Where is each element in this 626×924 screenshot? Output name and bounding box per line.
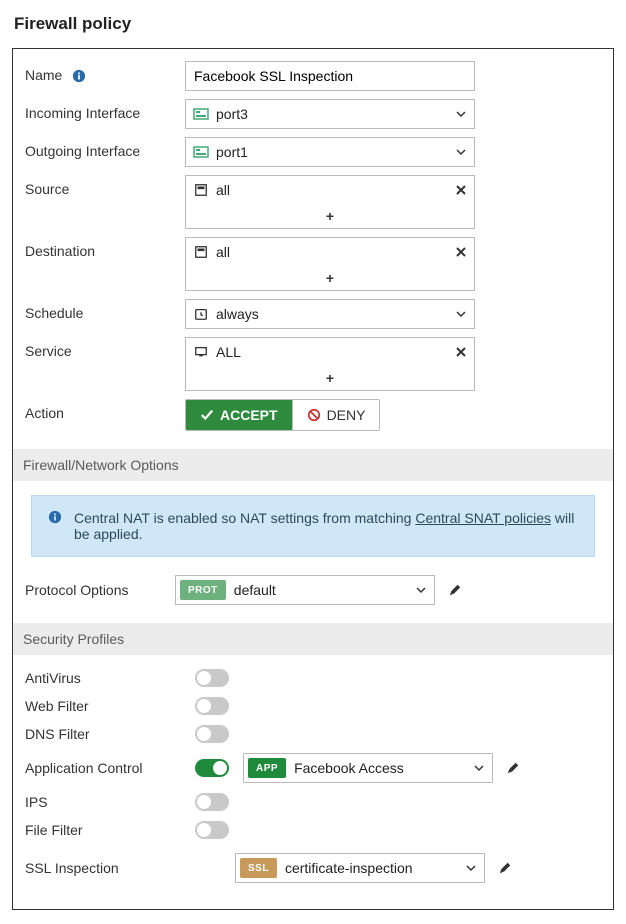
label-webfilter: Web Filter (25, 698, 195, 714)
appcontrol-select[interactable]: APP Facebook Access (243, 753, 493, 783)
section-firewall-network: Firewall/Network Options (13, 449, 613, 481)
label-antivirus: AntiVirus (25, 670, 195, 686)
nat-info-banner: Central NAT is enabled so NAT settings f… (31, 495, 595, 557)
label-appcontrol: Application Control (25, 760, 195, 776)
label-source: Source (25, 175, 185, 197)
interface-icon (192, 105, 210, 123)
label-protocol-options: Protocol Options (25, 582, 175, 598)
destination-value: all (216, 244, 230, 260)
dnsfilter-toggle[interactable] (195, 725, 229, 743)
destination-multiselect[interactable]: all + (185, 237, 475, 291)
name-input[interactable] (185, 61, 475, 91)
clock-icon (192, 305, 210, 323)
outgoing-interface-select[interactable]: port1 (185, 137, 475, 167)
service-value: ALL (216, 344, 241, 360)
ssl-badge: SSL (240, 858, 277, 878)
service-multiselect[interactable]: ALL + (185, 337, 475, 391)
label-action: Action (25, 399, 185, 421)
interface-icon (192, 143, 210, 161)
label-destination: Destination (25, 237, 185, 259)
accept-label: ACCEPT (220, 407, 278, 423)
label-dnsfilter: DNS Filter (25, 726, 195, 742)
label-service: Service (25, 337, 185, 359)
label-outgoing: Outgoing Interface (25, 137, 185, 159)
page-title: Firewall policy (14, 14, 614, 34)
address-icon (192, 181, 210, 199)
antivirus-toggle[interactable] (195, 669, 229, 687)
label-name: Name (25, 61, 185, 83)
appcontrol-value: Facebook Access (294, 760, 404, 776)
central-snat-link[interactable]: Central SNAT policies (415, 510, 551, 526)
source-value: all (216, 182, 230, 198)
incoming-value: port3 (216, 106, 248, 122)
label-incoming: Incoming Interface (25, 99, 185, 121)
destination-item: all (186, 238, 474, 266)
caret-down-icon (456, 109, 466, 119)
appcontrol-toggle[interactable] (195, 759, 229, 777)
label-schedule: Schedule (25, 299, 185, 321)
label-ips: IPS (25, 794, 195, 810)
ips-toggle[interactable] (195, 793, 229, 811)
accept-button[interactable]: ACCEPT (186, 400, 292, 430)
sslinspect-select[interactable]: SSL certificate-inspection (235, 853, 485, 883)
app-badge: APP (248, 758, 286, 778)
destination-add-button[interactable]: + (186, 266, 474, 290)
filefilter-toggle[interactable] (195, 821, 229, 839)
remove-icon[interactable] (456, 247, 466, 257)
caret-down-icon (456, 309, 466, 319)
remove-icon[interactable] (456, 185, 466, 195)
edit-icon[interactable] (501, 756, 525, 780)
deny-button[interactable]: DENY (292, 400, 380, 430)
banner-text-a: Central NAT is enabled so NAT settings f… (74, 510, 415, 526)
caret-down-icon (466, 863, 476, 873)
outgoing-value: port1 (216, 144, 248, 160)
service-item: ALL (186, 338, 474, 366)
protocol-options-select[interactable]: PROT default (175, 575, 435, 605)
prot-badge: PROT (180, 580, 226, 600)
edit-icon[interactable] (443, 578, 467, 602)
remove-icon[interactable] (456, 347, 466, 357)
label-sslinspect: SSL Inspection (25, 860, 235, 876)
schedule-select[interactable]: always (185, 299, 475, 329)
form-panel: Name Incoming Interface port3 Outgoin (12, 48, 614, 910)
deny-label: DENY (327, 407, 366, 423)
schedule-value: always (216, 306, 259, 322)
source-add-button[interactable]: + (186, 204, 474, 228)
section-security-profiles: Security Profiles (13, 623, 613, 655)
caret-down-icon (474, 763, 484, 773)
banner-text: Central NAT is enabled so NAT settings f… (74, 510, 578, 542)
caret-down-icon (416, 585, 426, 595)
sslinspect-value: certificate-inspection (285, 860, 413, 876)
action-toggle: ACCEPT DENY (185, 399, 380, 431)
webfilter-toggle[interactable] (195, 697, 229, 715)
service-icon (192, 343, 210, 361)
edit-icon[interactable] (493, 856, 517, 880)
source-multiselect[interactable]: all + (185, 175, 475, 229)
service-add-button[interactable]: + (186, 366, 474, 390)
source-item: all (186, 176, 474, 204)
address-icon (192, 243, 210, 261)
label-filefilter: File Filter (25, 822, 195, 838)
info-icon[interactable] (72, 69, 86, 83)
label-name-text: Name (25, 67, 62, 83)
incoming-interface-select[interactable]: port3 (185, 99, 475, 129)
check-icon (200, 408, 214, 422)
protocol-options-value: default (234, 582, 276, 598)
caret-down-icon (456, 147, 466, 157)
info-icon (48, 510, 62, 542)
deny-icon (307, 408, 321, 422)
